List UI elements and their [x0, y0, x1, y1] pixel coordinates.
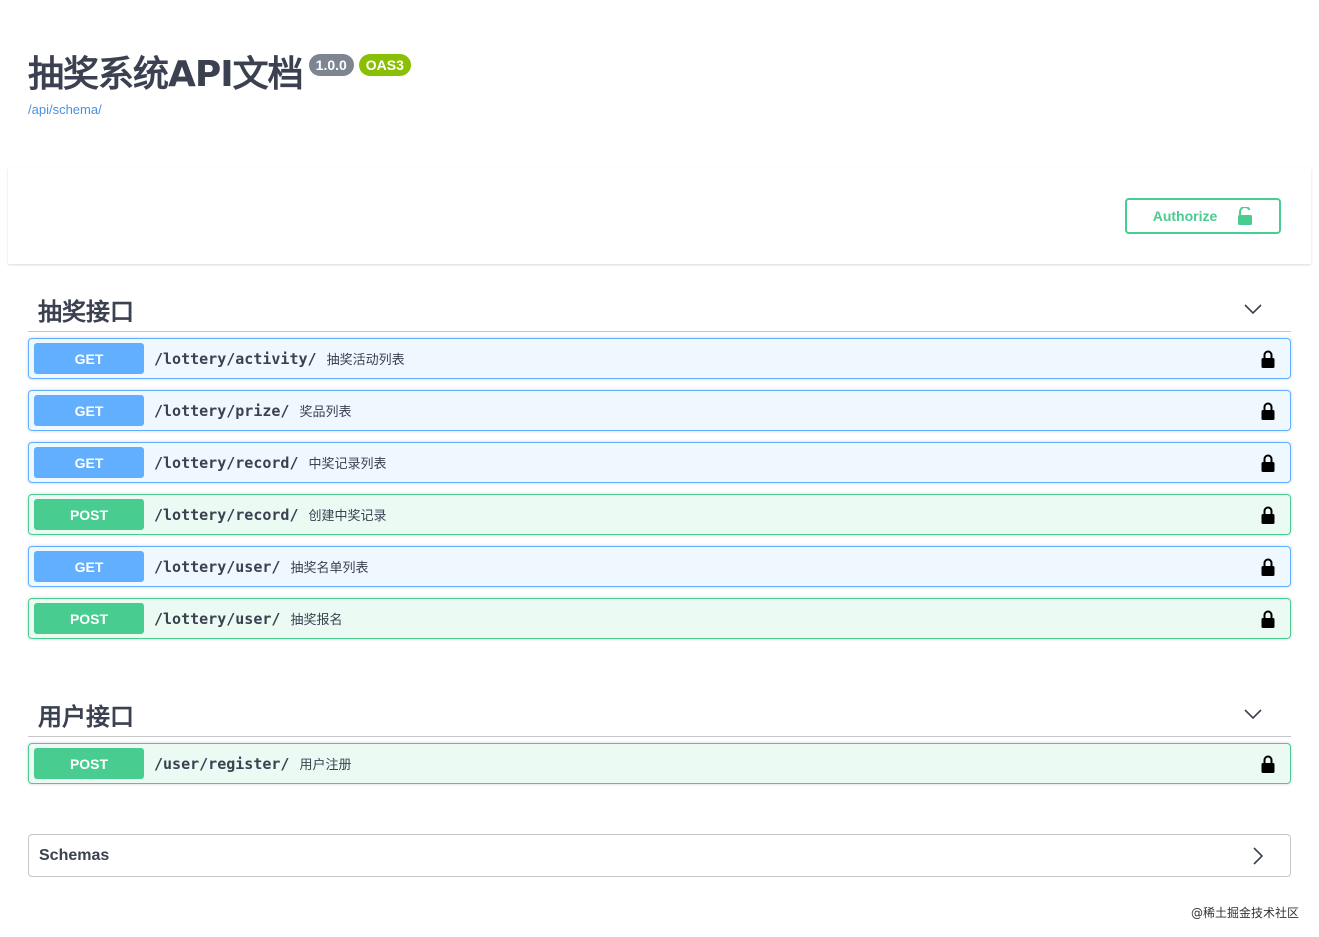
version-badge: 1.0.0	[308, 54, 354, 76]
authorize-label: Authorize	[1152, 208, 1218, 224]
api-info: 抽奖系统API文档 1.0.0 OAS3 /api/schema/	[28, 50, 411, 117]
operation-path: /lottery/prize/	[154, 401, 290, 420]
watermark: @稀土掘金技术社区	[1190, 906, 1299, 920]
lock-icon[interactable]	[1261, 755, 1275, 773]
operation-get-prize[interactable]: GET /lottery/prize/ 奖品列表	[28, 390, 1291, 431]
operation-post-register[interactable]: POST /user/register/ 用户注册	[28, 743, 1291, 784]
chevron-down-icon[interactable]	[1243, 299, 1263, 319]
lock-icon[interactable]	[1261, 506, 1275, 524]
title-row: 抽奖系统API文档 1.0.0 OAS3	[28, 50, 411, 100]
authorize-button[interactable]: Authorize	[1125, 198, 1281, 234]
operation-path: /lottery/user/	[154, 609, 281, 628]
unlock-icon	[1238, 207, 1253, 225]
tag-title: 抽奖接口	[38, 297, 134, 326]
method-badge: POST	[34, 603, 144, 634]
lock-icon[interactable]	[1261, 454, 1275, 472]
tag-section-lottery: 抽奖接口 GET /lottery/activity/ 抽奖活动列表 GET /…	[28, 287, 1291, 650]
operation-summary: 抽奖报名	[290, 612, 343, 627]
lock-icon[interactable]	[1261, 610, 1275, 628]
lock-icon[interactable]	[1261, 558, 1275, 576]
method-badge: GET	[34, 343, 144, 374]
operation-get-user[interactable]: GET /lottery/user/ 抽奖名单列表	[28, 546, 1291, 587]
operation-summary: 抽奖名单列表	[290, 560, 369, 575]
lock-icon[interactable]	[1261, 402, 1275, 420]
api-title: 抽奖系统API文档	[28, 54, 304, 95]
lock-icon[interactable]	[1261, 350, 1275, 368]
operation-path: /lottery/user/	[154, 557, 281, 576]
method-badge: GET	[34, 551, 144, 582]
tag-header-lottery[interactable]: 抽奖接口	[28, 287, 1291, 332]
operation-summary: 创建中奖记录	[308, 508, 387, 523]
operation-post-record[interactable]: POST /lottery/record/ 创建中奖记录	[28, 494, 1291, 535]
chevron-down-icon[interactable]	[1243, 704, 1263, 724]
method-badge: GET	[34, 447, 144, 478]
operation-path: /user/register/	[154, 754, 290, 773]
oas-badge: OAS3	[358, 54, 411, 76]
operation-path: /lottery/record/	[154, 453, 299, 472]
operation-path: /lottery/record/	[154, 505, 299, 524]
tag-title: 用户接口	[38, 702, 134, 731]
method-badge: POST	[34, 499, 144, 530]
schemas-title: Schemas	[39, 846, 110, 864]
operation-summary: 抽奖活动列表	[326, 352, 405, 367]
operation-summary: 中奖记录列表	[308, 456, 387, 471]
schema-link[interactable]: /api/schema/	[28, 102, 411, 117]
tag-header-user[interactable]: 用户接口	[28, 692, 1291, 737]
schemas-section[interactable]: Schemas	[28, 834, 1291, 877]
method-badge: POST	[34, 748, 144, 779]
operation-summary: 奖品列表	[299, 404, 352, 419]
operation-summary: 用户注册	[299, 757, 352, 772]
operation-post-user[interactable]: POST /lottery/user/ 抽奖报名	[28, 598, 1291, 639]
scheme-container: Authorize	[8, 168, 1311, 264]
tag-section-user: 用户接口 POST /user/register/ 用户注册	[28, 692, 1291, 795]
operation-get-record[interactable]: GET /lottery/record/ 中奖记录列表	[28, 442, 1291, 483]
method-badge: GET	[34, 395, 144, 426]
operation-get-activity[interactable]: GET /lottery/activity/ 抽奖活动列表	[28, 338, 1291, 379]
chevron-right-icon[interactable]	[1248, 846, 1268, 866]
operation-path: /lottery/activity/	[154, 349, 317, 368]
